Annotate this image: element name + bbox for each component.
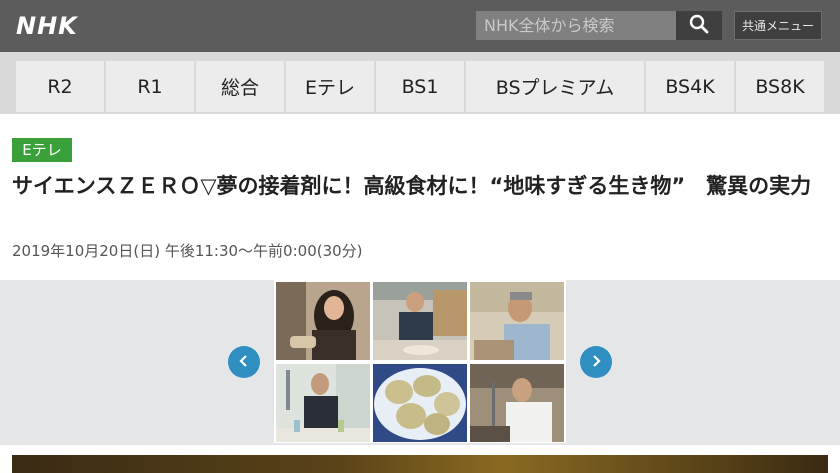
nav-item-etele[interactable]: Eテレ — [286, 61, 374, 112]
search-icon — [689, 14, 709, 37]
thumbnail-man-in-lab[interactable] — [470, 364, 564, 442]
header-bar: NHK 共通メニュー — [0, 0, 840, 52]
search-input[interactable] — [476, 11, 676, 40]
search-button[interactable] — [676, 11, 722, 40]
program-airtime: 2019年10月20日(日) 午後11:30〜午前0:00(30分) — [12, 242, 363, 260]
thumbnail-scientist-with-pipette[interactable] — [276, 364, 370, 442]
video-player-preview[interactable] — [12, 455, 828, 473]
channel-badge: Eテレ — [12, 138, 72, 162]
nav-item-bs8k[interactable]: BS8K — [736, 61, 824, 112]
nav-item-r2[interactable]: R2 — [16, 61, 104, 112]
nhk-logo[interactable]: NHK — [16, 12, 78, 40]
thumbnail-man-with-glasses[interactable] — [470, 282, 564, 360]
nav-item-bs-premium[interactable]: BSプレミアム — [466, 61, 644, 112]
channel-nav: R2 R1 総合 Eテレ BS1 BSプレミアム BS4K BS8K — [0, 52, 840, 114]
nav-item-sogo[interactable]: 総合 — [196, 61, 284, 112]
thumbnail-dumplings-on-plate[interactable] — [373, 364, 467, 442]
thumbnail-cook-at-counter[interactable] — [373, 282, 467, 360]
nav-item-r1[interactable]: R1 — [106, 61, 194, 112]
common-menu-button[interactable]: 共通メニュー — [734, 11, 822, 40]
program-title: サイエンスＺＥＲＯ▽夢の接着剤に！高級食材に！“地味すぎる生き物” 驚異の実力 — [12, 174, 812, 198]
chevron-right-icon — [590, 354, 602, 371]
chevron-left-icon — [238, 354, 250, 371]
nav-item-bs4k[interactable]: BS4K — [646, 61, 734, 112]
nav-item-bs1[interactable]: BS1 — [376, 61, 464, 112]
carousel-next-button[interactable] — [580, 346, 612, 378]
thumbnail-researcher-woman[interactable] — [276, 282, 370, 360]
image-carousel — [0, 280, 840, 445]
carousel-prev-button[interactable] — [228, 346, 260, 378]
thumbnail-grid — [274, 280, 566, 443]
